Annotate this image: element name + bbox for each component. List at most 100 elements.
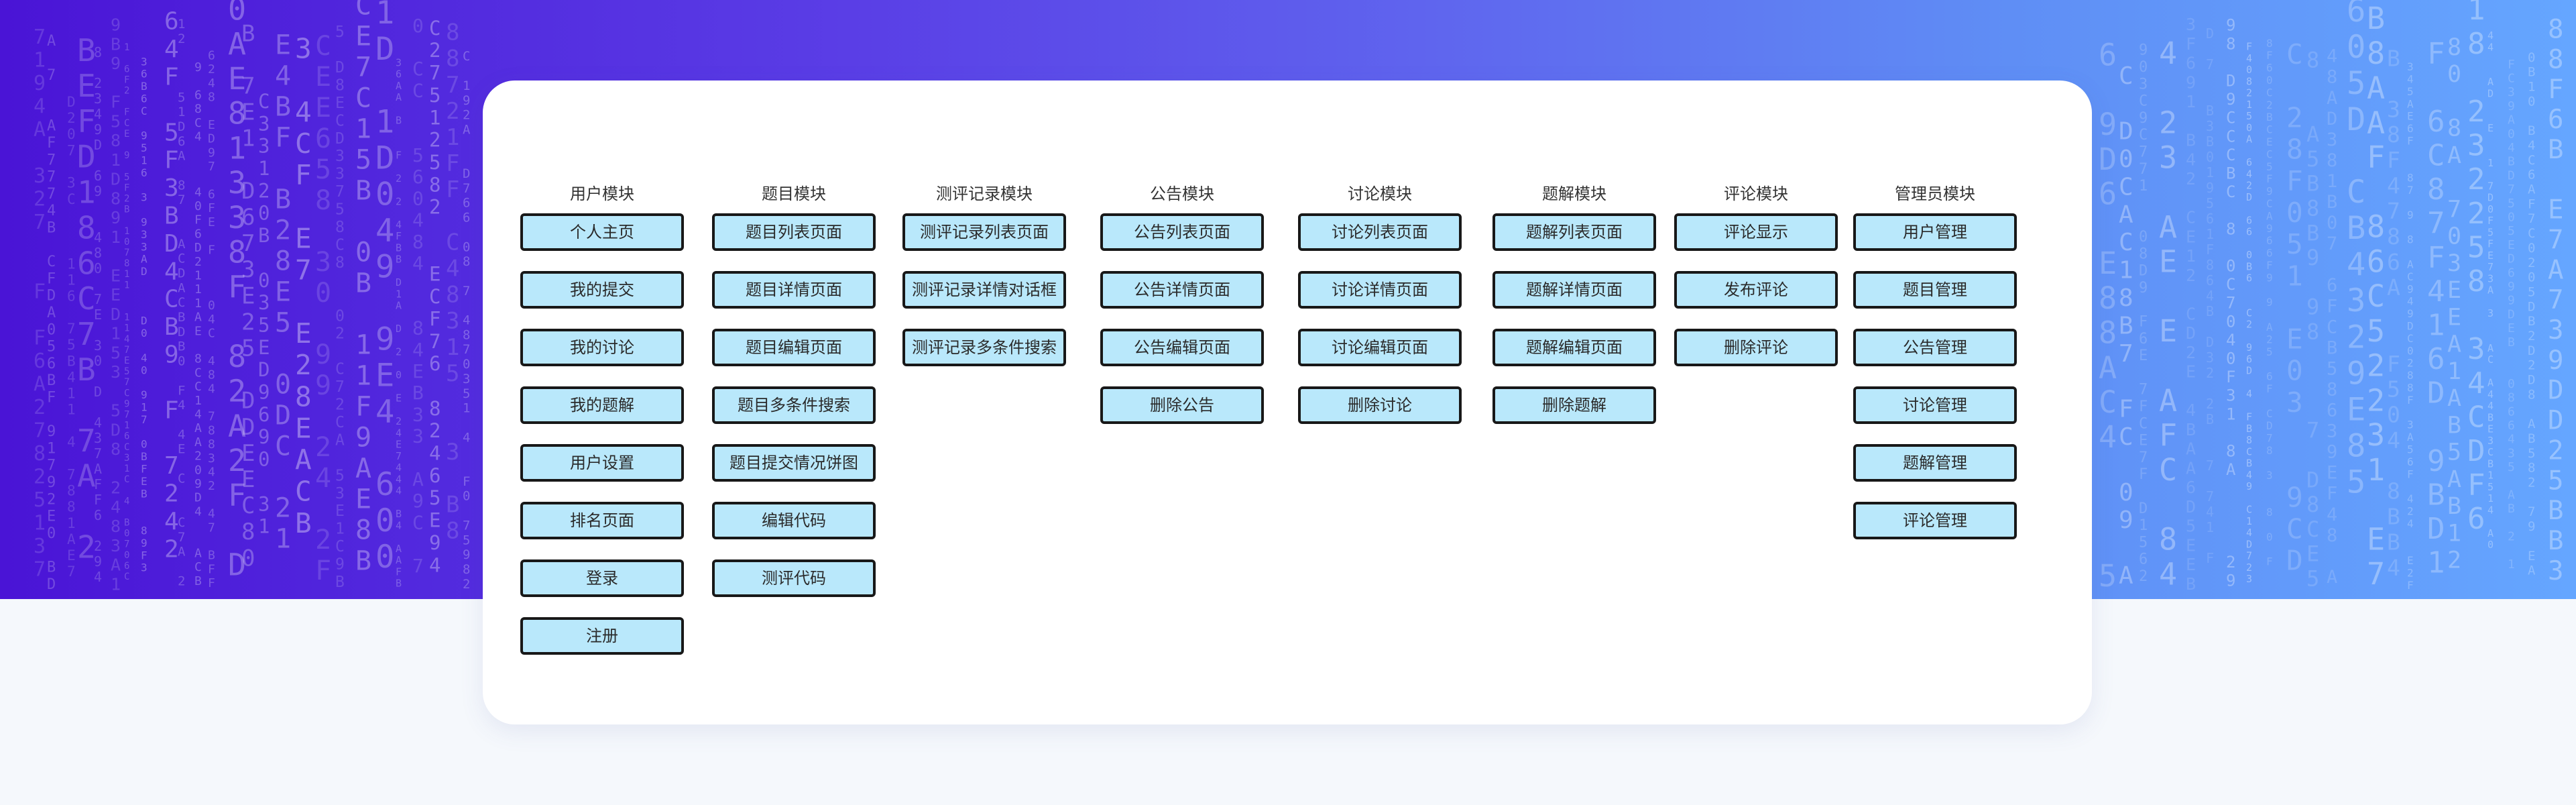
rain-glyph: C bbox=[2226, 127, 2235, 146]
feature-button-discussion-delete[interactable]: 删除讨论 bbox=[1298, 386, 1462, 424]
feature-button-solution-edit[interactable]: 题解编辑页面 bbox=[1492, 329, 1656, 366]
feature-button-admin-solutions[interactable]: 题解管理 bbox=[1853, 444, 2017, 482]
rain-glyph: B bbox=[2306, 171, 2319, 197]
rain-glyph: 8 bbox=[241, 519, 255, 545]
rain-glyph: 1 bbox=[194, 394, 202, 408]
rain-glyph: 2 bbox=[396, 346, 402, 358]
feature-button-my-submissions[interactable]: 我的提交 bbox=[520, 271, 684, 309]
rain-glyph: 3 bbox=[2407, 419, 2414, 431]
rain-glyph: A bbox=[178, 545, 186, 559]
rain-glyph: 4 bbox=[2528, 138, 2535, 153]
feature-button-problem-detail[interactable]: 题目详情页面 bbox=[712, 271, 876, 309]
feature-button-user-settings[interactable]: 用户设置 bbox=[520, 444, 684, 482]
rain-glyph: 0 bbox=[375, 176, 394, 213]
feature-button-judge-code[interactable]: 测评代码 bbox=[712, 559, 876, 597]
feature-button-solution-delete[interactable]: 删除题解 bbox=[1492, 386, 1656, 424]
feature-button-record-detail-dialog[interactable]: 测评记录详情对话框 bbox=[902, 271, 1066, 309]
rain-glyph: D bbox=[208, 132, 215, 146]
feature-button-admin-users[interactable]: 用户管理 bbox=[1853, 213, 2017, 251]
rain-glyph: 6 bbox=[2327, 275, 2337, 296]
feature-button-announcement-list[interactable]: 公告列表页面 bbox=[1100, 213, 1264, 251]
feature-button-comment-post[interactable]: 发布评论 bbox=[1674, 271, 1838, 309]
rain-glyph: 0 bbox=[178, 354, 185, 369]
feature-button-problem-pie-chart[interactable]: 题目提交情况饼图 bbox=[712, 444, 876, 482]
rain-glyph: 1 bbox=[258, 515, 270, 538]
rain-glyph: A bbox=[77, 458, 96, 494]
feature-button-record-list[interactable]: 测评记录列表页面 bbox=[902, 213, 1066, 251]
rain-glyph: 2 bbox=[429, 419, 441, 442]
rain-glyph: 0 bbox=[2246, 122, 2252, 134]
rain-glyph: 9 bbox=[2139, 42, 2148, 59]
rain-glyph: 9 bbox=[258, 425, 270, 448]
rain-glyph: 9 bbox=[258, 381, 270, 404]
rain-glyph: 7 bbox=[429, 62, 441, 85]
feature-button-edit-code[interactable]: 编辑代码 bbox=[712, 502, 876, 539]
feature-button-register[interactable]: 注册 bbox=[520, 617, 684, 655]
rain-glyph: 8 bbox=[141, 525, 148, 537]
feature-button-solution-detail[interactable]: 题解详情页面 bbox=[1492, 271, 1656, 309]
feature-button-comment-delete[interactable]: 删除评论 bbox=[1674, 329, 1838, 366]
rain-glyph: 1 bbox=[375, 0, 394, 32]
rain-glyph: E bbox=[111, 285, 121, 305]
rain-glyph: 9 bbox=[2266, 222, 2273, 235]
rain-glyph: E bbox=[2286, 323, 2303, 356]
feature-button-solution-list[interactable]: 题解列表页面 bbox=[1492, 213, 1656, 251]
rain-glyph: D bbox=[2487, 192, 2494, 204]
rain-glyph: 6 bbox=[67, 288, 76, 305]
feature-button-discussion-edit[interactable]: 讨论编辑页面 bbox=[1298, 329, 1462, 366]
feature-button-admin-discussions[interactable]: 讨论管理 bbox=[1853, 386, 2017, 424]
feature-button-discussion-list[interactable]: 讨论列表页面 bbox=[1298, 213, 1462, 251]
rain-glyph: E bbox=[335, 95, 345, 112]
rain-glyph: 3 bbox=[2327, 129, 2337, 150]
rain-glyph: 3 bbox=[94, 91, 102, 107]
feature-button-login[interactable]: 登录 bbox=[520, 559, 684, 597]
rain-glyph: 7 bbox=[77, 423, 96, 459]
feature-button-announcement-edit[interactable]: 公告编辑页面 bbox=[1100, 329, 1264, 366]
rain-glyph: 0 bbox=[2246, 64, 2252, 76]
rain-glyph: 5 bbox=[141, 142, 148, 154]
feature-button-admin-announcements[interactable]: 公告管理 bbox=[1853, 329, 2017, 366]
feature-button-comment-display[interactable]: 评论显示 bbox=[1674, 213, 1838, 251]
rain-glyph: B bbox=[47, 372, 56, 389]
feature-button-discussion-detail[interactable]: 讨论详情页面 bbox=[1298, 271, 1462, 309]
rain-glyph: 7 bbox=[396, 450, 402, 462]
rain-glyph: F bbox=[124, 74, 129, 85]
rain-glyph: 7 bbox=[2206, 488, 2214, 504]
rain-glyph: 0 bbox=[315, 278, 331, 309]
rain-glyph: B bbox=[141, 487, 148, 500]
rain-glyph: D bbox=[111, 170, 121, 189]
rain-glyph: F bbox=[429, 307, 441, 330]
rain-glyph: E bbox=[2186, 536, 2196, 555]
rain-glyph: B bbox=[178, 310, 185, 325]
rain-glyph: 6 bbox=[2266, 62, 2273, 74]
rain-glyph: F bbox=[164, 64, 179, 91]
rain-glyph: 1 bbox=[67, 272, 76, 288]
rain-glyph: C bbox=[429, 285, 441, 308]
feature-button-record-search[interactable]: 测评记录多条件搜索 bbox=[902, 329, 1066, 366]
feature-button-problem-edit[interactable]: 题目编辑页面 bbox=[712, 329, 876, 366]
rain-glyph: 8 bbox=[2508, 391, 2515, 405]
rain-glyph: 8 bbox=[94, 44, 102, 60]
feature-button-admin-comments[interactable]: 评论管理 bbox=[1853, 502, 2017, 539]
feature-button-problem-search[interactable]: 题目多条件搜索 bbox=[712, 386, 876, 424]
rain-glyph: 7 bbox=[208, 521, 215, 535]
rain-glyph: 8 bbox=[194, 352, 202, 366]
feature-button-admin-problems[interactable]: 题目管理 bbox=[1853, 271, 2017, 309]
rain-glyph: A bbox=[194, 311, 202, 325]
feature-button-my-discussions[interactable]: 我的讨论 bbox=[520, 329, 684, 366]
rain-glyph: 0 bbox=[2119, 479, 2133, 506]
rain-glyph: 7 bbox=[34, 557, 46, 581]
feature-button-user-profile[interactable]: 个人主页 bbox=[520, 213, 684, 251]
rain-glyph: 9 bbox=[2508, 99, 2515, 113]
feature-button-announcement-detail[interactable]: 公告详情页面 bbox=[1100, 271, 1264, 309]
feature-button-announcement-delete[interactable]: 删除公告 bbox=[1100, 386, 1264, 424]
module-column-discussion: 讨论模块 讨论列表页面 讨论详情页面 讨论编辑页面 删除讨论 bbox=[1294, 174, 1466, 444]
feature-button-ranking[interactable]: 排名页面 bbox=[520, 502, 684, 539]
feature-button-my-solutions[interactable]: 我的题解 bbox=[520, 386, 684, 424]
rain-glyph: 4 bbox=[2327, 504, 2337, 525]
rain-glyph: 6 bbox=[2508, 266, 2515, 280]
feature-button-problem-list[interactable]: 题目列表页面 bbox=[712, 213, 876, 251]
rain-glyph: 3 bbox=[335, 148, 345, 165]
rain-glyph: 3 bbox=[164, 174, 179, 202]
rain-glyph: E bbox=[2186, 555, 2196, 574]
